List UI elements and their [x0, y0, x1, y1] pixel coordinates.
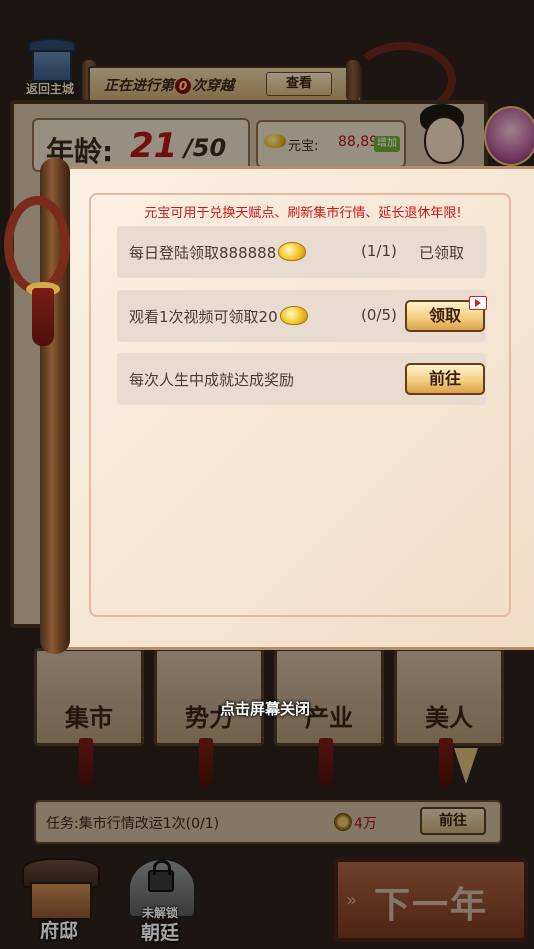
- reward-row-progress: (1/1): [361, 242, 397, 260]
- go-button[interactable]: 前往: [405, 363, 485, 395]
- reward-row-daily-login: 每日登陆领取888888 (1/1) 已领取: [117, 226, 486, 278]
- reward-row-text: 观看1次视频可领取20: [129, 306, 308, 327]
- reward-row-text: 每日登陆领取888888: [129, 242, 307, 263]
- claim-button[interactable]: 领取: [405, 296, 487, 332]
- ingot-usage-notice: 元宝可用于兑换天赋点、刷新集市行情、延长退休年限!: [144, 206, 462, 221]
- video-play-icon: [469, 296, 487, 310]
- reward-row-text: 每次人生中成就达成奖励: [129, 371, 295, 389]
- tap-to-close-hint: 点击屏幕关闭: [219, 700, 310, 718]
- reward-claimed-status: 已领取: [419, 244, 465, 262]
- reward-row-watch-video: 观看1次视频可领取20 (0/5) 领取: [117, 290, 487, 342]
- rope-loop-decoration: [4, 196, 70, 294]
- reward-row-achievement: 每次人生中成就达成奖励 前往: [117, 353, 486, 405]
- gold-ingot-icon: [279, 306, 308, 325]
- reward-row-progress: (0/5): [361, 306, 397, 324]
- gold-ingot-icon: [278, 242, 307, 261]
- scroll-tassel-decoration: [32, 288, 54, 346]
